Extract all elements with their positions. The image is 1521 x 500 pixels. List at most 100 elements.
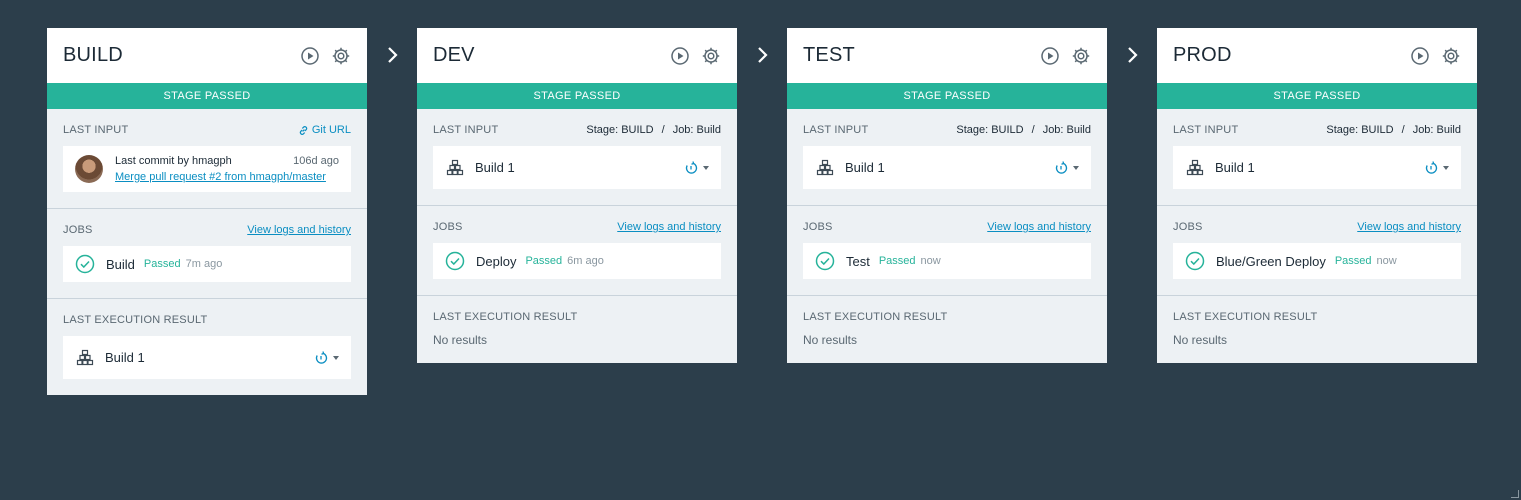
- chevron-right-icon: [1125, 44, 1141, 66]
- last-commit-card: Last commit by hmagph 106d ago Merge pul…: [63, 146, 351, 192]
- input-job: Job: Build: [1412, 124, 1461, 136]
- job-status: Passed: [143, 258, 181, 270]
- view-logs-link[interactable]: View logs and history: [987, 221, 1091, 233]
- redeploy-dropdown[interactable]: [1424, 160, 1449, 175]
- job-time: 6m ago: [567, 255, 604, 267]
- section-label: LAST EXECUTION RESULT: [433, 311, 578, 323]
- resize-handle[interactable]: [1511, 490, 1519, 498]
- redeploy-dropdown[interactable]: [684, 160, 709, 175]
- section-label: JOBS: [803, 221, 833, 233]
- section-label: LAST INPUT: [1173, 124, 1239, 136]
- gear-icon[interactable]: [331, 46, 351, 66]
- job-card[interactable]: Blue/Green Deploy Passed now: [1173, 243, 1461, 279]
- section-label: JOBS: [1173, 221, 1203, 233]
- check-circle-icon: [445, 251, 465, 271]
- play-icon[interactable]: [1040, 46, 1060, 66]
- commit-author: Last commit by hmagph: [115, 155, 232, 167]
- stage-status-badge: STAGE PASSED: [1157, 83, 1477, 109]
- no-results-text: No results: [433, 333, 488, 347]
- gear-icon[interactable]: [701, 46, 721, 66]
- job-status: Passed: [878, 255, 916, 267]
- job-card[interactable]: Build Passed 7m ago: [63, 246, 351, 282]
- redeploy-dropdown[interactable]: [314, 350, 339, 365]
- job-name: Test: [846, 253, 870, 269]
- view-logs-link[interactable]: View logs and history: [247, 224, 351, 236]
- build-artifact-icon: [75, 348, 95, 368]
- stage-status-badge: STAGE PASSED: [787, 83, 1107, 109]
- job-status: Passed: [525, 255, 563, 267]
- check-circle-icon: [75, 254, 95, 274]
- input-source: Stage: BUILD / Job: Build: [956, 124, 1091, 136]
- stage-title: BUILD: [63, 44, 123, 66]
- check-circle-icon: [815, 251, 835, 271]
- build-card[interactable]: Build 1: [803, 146, 1091, 189]
- build-artifact-icon: [1185, 158, 1205, 178]
- gear-icon[interactable]: [1071, 46, 1091, 66]
- build-name: Build 1: [105, 350, 145, 365]
- input-job: Job: Build: [1042, 124, 1091, 136]
- link-icon: [299, 125, 308, 135]
- redeploy-dropdown[interactable]: [1054, 160, 1079, 175]
- redeploy-icon: [315, 350, 328, 364]
- git-url-link[interactable]: Git URL: [298, 124, 351, 136]
- input-stage: Stage: BUILD: [586, 124, 654, 136]
- no-results-text: No results: [803, 333, 858, 347]
- section-label: LAST EXECUTION RESULT: [1173, 311, 1318, 323]
- redeploy-icon: [1055, 160, 1068, 174]
- build-artifact-icon: [445, 158, 465, 178]
- input-stage: Stage: BUILD: [956, 124, 1024, 136]
- chevron-right-icon: [755, 44, 771, 66]
- build-card[interactable]: Build 1: [1173, 146, 1461, 189]
- input-source: Stage: BUILD / Job: Build: [1326, 124, 1461, 136]
- redeploy-icon: [685, 160, 698, 174]
- stage-title: TEST: [803, 44, 855, 66]
- stage-header: TEST: [787, 28, 1107, 83]
- last-execution-section: LAST EXECUTION RESULT No results: [1157, 295, 1477, 363]
- jobs-section: JOBS View logs and history Build Passed …: [47, 208, 367, 298]
- last-input-section: LAST INPUT Stage: BUILD / Job: Build Build…: [417, 109, 737, 205]
- build-name: Build 1: [845, 160, 885, 175]
- gear-icon[interactable]: [1441, 46, 1461, 66]
- input-stage: Stage: BUILD: [1326, 124, 1394, 136]
- chevron-down-icon: [1073, 165, 1079, 170]
- view-logs-link[interactable]: View logs and history: [1357, 221, 1461, 233]
- jobs-section: JOBS View logs and history Test Passed n…: [787, 205, 1107, 295]
- job-name: Build: [106, 256, 135, 272]
- view-logs-link[interactable]: View logs and history: [617, 221, 721, 233]
- stage-status-badge: STAGE PASSED: [417, 83, 737, 109]
- last-execution-section: LAST EXECUTION RESULT No results: [417, 295, 737, 363]
- section-label: LAST INPUT: [63, 124, 129, 136]
- section-label: LAST INPUT: [433, 124, 499, 136]
- build-name: Build 1: [1215, 160, 1255, 175]
- play-icon[interactable]: [300, 46, 320, 66]
- job-card[interactable]: Deploy Passed 6m ago: [433, 243, 721, 279]
- chevron-down-icon: [333, 355, 339, 360]
- chevron-down-icon: [703, 165, 709, 170]
- last-execution-section: LAST EXECUTION RESULT Build 1: [47, 298, 367, 395]
- job-time: now: [1376, 255, 1397, 267]
- input-separator: /: [1401, 124, 1405, 136]
- last-input-section: LAST INPUT Stage: BUILD / Job: Build Build…: [787, 109, 1107, 205]
- section-label: LAST EXECUTION RESULT: [803, 311, 948, 323]
- play-icon[interactable]: [1410, 46, 1430, 66]
- input-separator: /: [661, 124, 665, 136]
- job-card[interactable]: Test Passed now: [803, 243, 1091, 279]
- build-card[interactable]: Build 1: [433, 146, 721, 189]
- job-time: 7m ago: [185, 258, 223, 270]
- redeploy-icon: [1425, 160, 1438, 174]
- input-source: Stage: BUILD / Job: Build: [586, 124, 721, 136]
- job-status: Passed: [1334, 255, 1372, 267]
- last-input-section: LAST INPUT Git URL Last commit by hmagph…: [47, 109, 367, 208]
- stage-card-test: TEST STAGE PASSED LAST INPUT Stage: BUIL…: [787, 28, 1107, 363]
- commit-age: 106d ago: [293, 155, 339, 167]
- play-icon[interactable]: [670, 46, 690, 66]
- section-label: JOBS: [433, 221, 463, 233]
- chevron-down-icon: [1443, 165, 1449, 170]
- build-artifact-icon: [815, 158, 835, 178]
- commit-message-link[interactable]: Merge pull request #2 from hmagph/master: [115, 171, 339, 183]
- section-label: JOBS: [63, 224, 93, 236]
- stage-header: DEV: [417, 28, 737, 83]
- stage-card-build: BUILD STAGE PASSED LAST INPUT Git URL La…: [47, 28, 367, 395]
- build-card[interactable]: Build 1: [63, 336, 351, 379]
- stage-title: PROD: [1173, 44, 1232, 66]
